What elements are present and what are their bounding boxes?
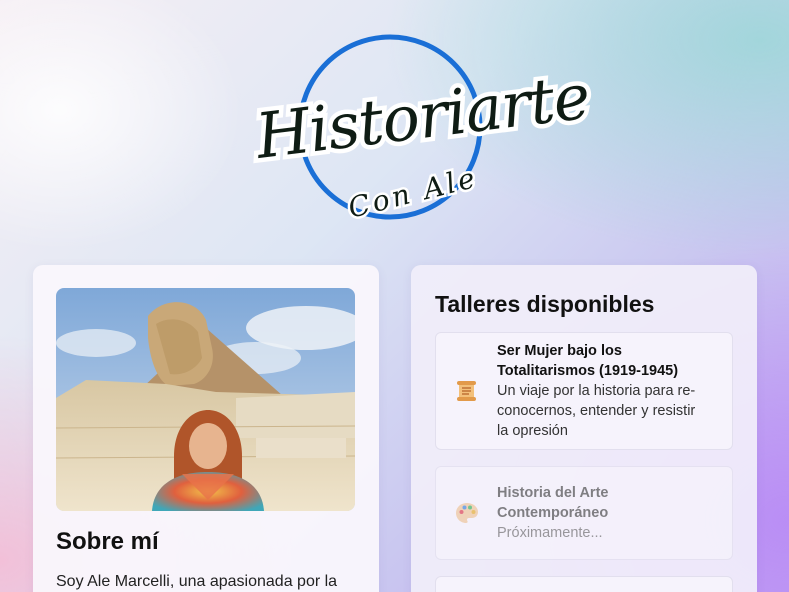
workshop-desc-line: la opresión: [497, 423, 568, 439]
workshop-name-line: Ser Mujer bajo los: [497, 343, 622, 359]
workshop-item-partial[interactable]: [435, 576, 733, 592]
workshop-item-coming-soon[interactable]: Historia del Arte Contemporáneo Próximam…: [435, 466, 733, 560]
workshop-name-line: Totalitarismos (1919-1945): [497, 363, 679, 379]
profile-photo: [56, 288, 355, 511]
workshop-desc-line: conocernos, entender y resistir: [497, 403, 696, 419]
logo-main-text: Historiarte: [251, 60, 593, 173]
palette-icon: [454, 500, 480, 526]
workshops-title: Talleres disponibles: [435, 291, 655, 317]
workshop-item[interactable]: Ser Mujer bajo los Totalitarismos (1919-…: [435, 332, 733, 450]
workshops-card: Talleres disponibles Ser Mujer bajo los …: [411, 265, 757, 592]
workshop-status: Próximamente...: [497, 525, 603, 541]
scroll-icon: [454, 378, 480, 404]
about-text: Soy Ale Marcelli, una apasionada por la: [56, 573, 338, 590]
workshop-name-line: Contemporáneo: [497, 505, 609, 521]
about-title: Sobre mí: [56, 528, 159, 555]
logo[interactable]: Historiarte Con Ale: [247, 24, 598, 232]
about-card: Sobre mí Soy Ale Marcelli, una apasionad…: [33, 265, 379, 592]
workshop-name-line: Historia del Arte: [497, 485, 609, 501]
workshop-desc-line: Un viaje por la historia para re-: [497, 383, 696, 399]
